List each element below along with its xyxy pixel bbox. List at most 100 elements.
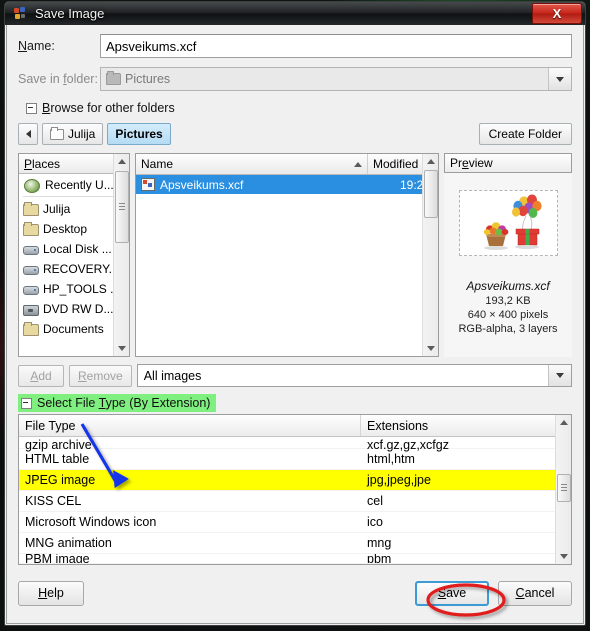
xcf-file-icon bbox=[141, 178, 155, 191]
name-row: Name: bbox=[18, 34, 572, 58]
save-folder-row: Save in folder: Pictures bbox=[18, 67, 572, 91]
close-button[interactable]: X bbox=[532, 3, 582, 24]
dvd-icon bbox=[23, 304, 39, 316]
scroll-down-button[interactable] bbox=[556, 549, 571, 564]
breadcrumb-julija[interactable]: Julija bbox=[42, 123, 104, 145]
browser-panes: Places Recently U... Julija Desktop Local D… bbox=[18, 153, 572, 357]
file-type-rows: gzip archive xcf.gz,gz,xcfgz HTML table htm… bbox=[19, 437, 571, 564]
dialog-footer: Help Save Cancel bbox=[18, 573, 572, 619]
close-icon: X bbox=[552, 6, 562, 21]
remove-label: Remove bbox=[78, 368, 123, 383]
scroll-thumb[interactable] bbox=[115, 171, 129, 243]
file-type-extensions: mng bbox=[367, 536, 392, 550]
file-type-row[interactable]: gzip archive xcf.gz,gz,xcfgz bbox=[19, 437, 571, 452]
path-bar: Julija Pictures Create Folder bbox=[18, 123, 572, 145]
create-folder-label: Create Folder bbox=[488, 127, 562, 141]
scroll-down-button[interactable] bbox=[114, 341, 129, 356]
preview-colormode: RGB-alpha, 3 layers bbox=[458, 323, 558, 335]
create-folder-button[interactable]: Create Folder bbox=[478, 123, 572, 145]
file-type-name: PBM image bbox=[25, 554, 90, 564]
places-item-label: Desktop bbox=[43, 222, 88, 236]
places-scrollbar[interactable] bbox=[113, 154, 129, 356]
cancel-button[interactable]: Cancel bbox=[498, 580, 572, 606]
scroll-thumb[interactable] bbox=[557, 474, 571, 502]
filename-input[interactable] bbox=[100, 34, 572, 58]
save-button[interactable]: Save bbox=[415, 580, 489, 606]
file-list-scrollbar[interactable] bbox=[422, 154, 438, 356]
gimp-wilber-icon bbox=[13, 6, 28, 21]
select-file-type-expander[interactable]: Select File Type (By Extension) bbox=[18, 394, 217, 412]
file-type-name: HTML table bbox=[25, 452, 90, 466]
places-divider bbox=[23, 196, 125, 197]
file-type-name: JPEG image bbox=[25, 473, 96, 487]
file-type-scrollbar[interactable] bbox=[555, 415, 571, 564]
file-type-extensions: ico bbox=[367, 515, 383, 529]
file-row[interactable]: Apsveikums.xcf 19:26 bbox=[136, 175, 438, 194]
help-label: Help bbox=[38, 586, 64, 600]
scroll-down-button[interactable] bbox=[423, 341, 438, 356]
expander-minus-icon bbox=[26, 102, 37, 114]
file-type-extensions: pbm bbox=[367, 554, 392, 564]
file-type-row[interactable]: JPEG image jpg,jpeg,jpe bbox=[19, 470, 571, 491]
drive-icon bbox=[23, 266, 39, 275]
places-pane: Places Recently U... Julija Desktop Local D… bbox=[18, 153, 130, 357]
places-item-label: Documents bbox=[43, 322, 104, 336]
scroll-thumb[interactable] bbox=[424, 170, 438, 218]
preview-filesize: 193,2 KB bbox=[485, 295, 531, 307]
scroll-track[interactable] bbox=[556, 430, 571, 549]
column-header-name[interactable]: Name bbox=[136, 154, 368, 174]
file-type-extensions: html,htm bbox=[367, 452, 415, 466]
column-header-extensions[interactable]: Extensions bbox=[361, 415, 571, 436]
file-type-name: KISS CEL bbox=[25, 494, 82, 508]
file-name-label: Apsveikums.xcf bbox=[160, 177, 244, 192]
select-file-type-label: Select File Type (By Extension) bbox=[37, 396, 211, 410]
scroll-up-button[interactable] bbox=[114, 154, 129, 169]
drive-icon bbox=[23, 286, 39, 295]
scroll-up-button[interactable] bbox=[423, 154, 438, 169]
help-button[interactable]: Help bbox=[18, 580, 84, 606]
save-label: Save bbox=[437, 586, 467, 600]
title-bar: Save Image X bbox=[5, 2, 585, 25]
add-label: Add bbox=[30, 368, 52, 383]
file-rows: Apsveikums.xcf 19:26 bbox=[136, 175, 438, 356]
remove-button[interactable]: Remove bbox=[69, 364, 132, 387]
breadcrumb-label: Pictures bbox=[115, 127, 163, 141]
places-item-label: Local Disk ... bbox=[43, 242, 112, 256]
file-list-pane: Name Modified Apsveikums.xcf 19:26 bbox=[135, 153, 439, 357]
breadcrumb-label: Julija bbox=[68, 127, 96, 141]
file-type-row[interactable]: MNG animation mng bbox=[19, 533, 571, 554]
save-folder-combo[interactable]: Pictures bbox=[100, 67, 572, 91]
column-header-file-type[interactable]: File Type bbox=[19, 415, 361, 436]
dialog-body: Name: Save in folder: Pictures Browse fo… bbox=[6, 25, 584, 624]
folder-icon bbox=[23, 322, 39, 336]
scroll-track[interactable] bbox=[423, 169, 438, 341]
preview-pane: Preview Apsveikums.xcf 193,2 KB 640 × 40… bbox=[444, 153, 572, 357]
folder-icon bbox=[23, 202, 39, 216]
preview-header-label: Preview bbox=[450, 156, 493, 170]
add-button[interactable]: Add bbox=[18, 364, 64, 387]
file-type-row[interactable]: Microsoft Windows icon ico bbox=[19, 512, 571, 533]
triangle-left-icon bbox=[25, 130, 31, 138]
file-type-extensions: xcf.gz,gz,xcfgz bbox=[367, 438, 449, 452]
breadcrumb-pictures[interactable]: Pictures bbox=[107, 123, 171, 145]
folder-icon bbox=[50, 126, 64, 140]
file-type-table-header: File Type Extensions bbox=[19, 415, 571, 437]
file-filter-combo[interactable]: All images bbox=[136, 364, 572, 387]
filetype-expander-row: Select File Type (By Extension) bbox=[18, 394, 572, 412]
file-type-name: MNG animation bbox=[25, 536, 112, 550]
file-type-row[interactable]: HTML table html,htm bbox=[19, 449, 571, 470]
file-type-name: gzip archive bbox=[25, 438, 92, 452]
file-name-cell: Apsveikums.xcf bbox=[136, 178, 360, 192]
scroll-track[interactable] bbox=[114, 169, 129, 341]
chevron-down-icon bbox=[548, 365, 571, 386]
browse-expander[interactable]: Browse for other folders bbox=[18, 101, 572, 115]
drive-icon bbox=[23, 246, 39, 255]
places-item-label: Recently U... bbox=[45, 178, 114, 192]
file-type-row[interactable]: KISS CEL cel bbox=[19, 491, 571, 512]
scroll-up-button[interactable] bbox=[556, 415, 571, 430]
path-back-button[interactable] bbox=[18, 123, 38, 145]
preview-dimensions: 640 × 400 pixels bbox=[467, 309, 549, 321]
file-type-row[interactable]: PBM image pbm bbox=[19, 554, 571, 564]
folder-icon bbox=[106, 71, 121, 85]
places-item-label: HP_TOOLS ... bbox=[43, 282, 121, 296]
